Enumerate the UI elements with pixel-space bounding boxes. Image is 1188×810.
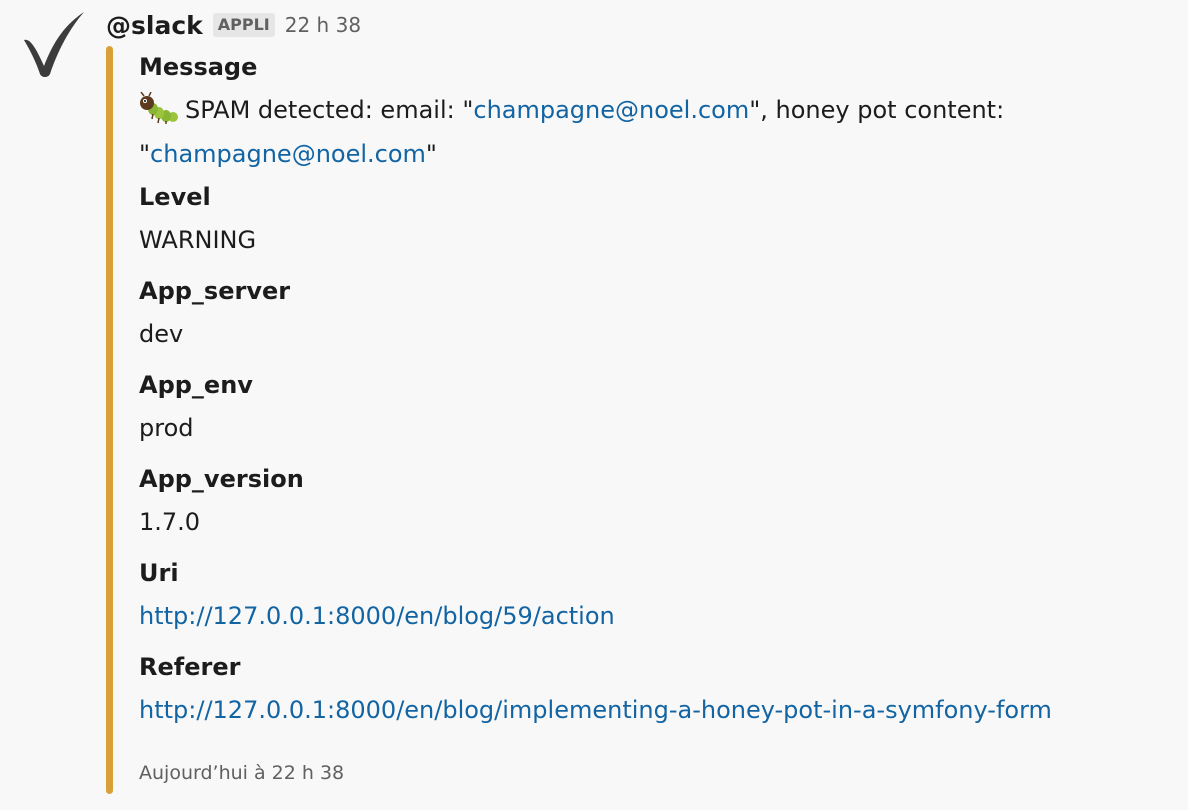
field-value-uri: http://127.0.0.1:8000/en/blog/59/action [139, 594, 1169, 638]
message-text-1: SPAM detected: email: " [185, 96, 474, 124]
message-attachment: Message SPAM detected: email: "champagne… [106, 46, 1176, 794]
field-value-app-server: dev [139, 320, 184, 348]
field-title-app-version: App_version [139, 465, 304, 493]
checkmark-icon[interactable] [20, 10, 88, 78]
attachment-color-bar [106, 46, 113, 794]
app-badge: APPLI [212, 13, 275, 37]
field-title-level: Level [139, 183, 211, 211]
attachment-fields: Message SPAM detected: email: "champagne… [139, 46, 1169, 740]
field-value-message: SPAM detected: email: "champagne@noel.co… [139, 88, 1169, 176]
sender-name[interactable]: @slack [106, 11, 203, 40]
email-link[interactable]: champagne@noel.com [473, 96, 749, 124]
field-value-referer: http://127.0.0.1:8000/en/blog/implementi… [139, 688, 1169, 732]
field-title-referer: Referer [139, 653, 241, 681]
field-value-app-env: prod [139, 414, 194, 442]
field-title-app-server: App_server [139, 277, 291, 305]
attachment-footer[interactable]: Aujourd’hui à 22 h 38 [139, 762, 344, 784]
field-title-message: Message [139, 53, 258, 81]
bug-icon [139, 91, 179, 124]
slack-message: @slack APPLI 22 h 38 Message SPAM detect… [0, 0, 1188, 810]
message-text-3: " [425, 140, 437, 168]
field-title-app-env: App_env [139, 371, 253, 399]
message-timestamp[interactable]: 22 h 38 [285, 13, 361, 37]
field-title-uri: Uri [139, 559, 179, 587]
uri-link[interactable]: http://127.0.0.1:8000/en/blog/59/action [139, 602, 615, 630]
message-header: @slack APPLI 22 h 38 [106, 6, 361, 44]
field-value-level: WARNING [139, 226, 257, 254]
referer-link[interactable]: http://127.0.0.1:8000/en/blog/implementi… [139, 696, 1052, 724]
field-value-app-version: 1.7.0 [139, 508, 201, 536]
honeypot-email-link[interactable]: champagne@noel.com [150, 140, 426, 168]
